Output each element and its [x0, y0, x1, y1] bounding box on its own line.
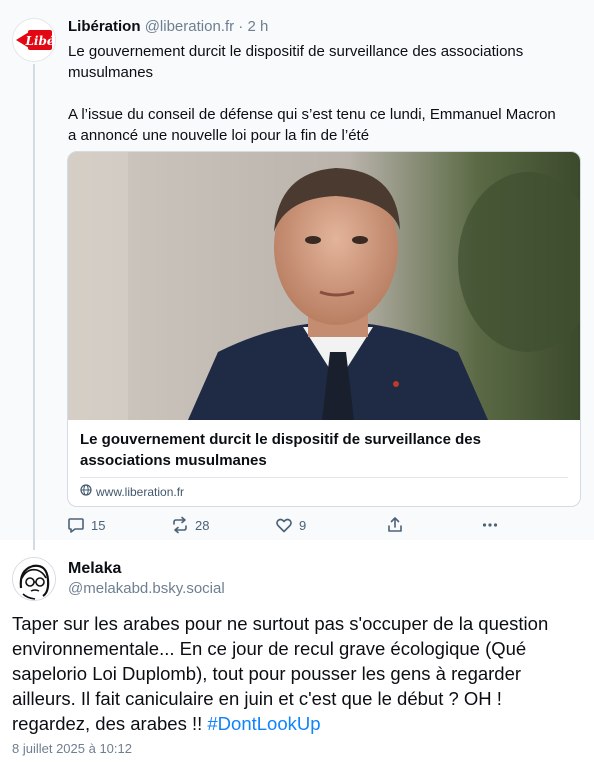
link-card[interactable]: Le gouvernement durcit le dispositif de … — [67, 151, 581, 507]
link-card-title[interactable]: Le gouvernement durcit le dispositif de … — [80, 429, 550, 471]
melaka-avatar-drawing — [13, 558, 55, 600]
liberation-avatar[interactable]: Libé — [12, 18, 56, 62]
post-paragraph: A l’issue du conseil de défense qui s’es… — [68, 106, 556, 144]
parent-post[interactable]: Libé Libération @liberation.fr · 2 h Le … — [0, 0, 594, 550]
reply-count: 15 — [91, 517, 106, 533]
post-actions: 15 28 9 — [67, 516, 507, 538]
reply-timestamp: 8 juillet 2025 à 10:12 — [12, 741, 132, 756]
more-options-icon — [481, 516, 499, 534]
share-icon — [386, 516, 404, 534]
heart-icon — [275, 516, 293, 534]
post-time[interactable]: 2 h — [247, 18, 268, 35]
reply-icon — [67, 516, 85, 534]
repost-icon — [171, 516, 189, 534]
reply-author-handle[interactable]: @melakabd.bsky.social — [68, 580, 225, 597]
repost-count: 28 — [195, 517, 210, 533]
author-handle[interactable]: @liberation.fr — [145, 18, 234, 35]
author-name[interactable]: Libération — [68, 18, 141, 35]
like-button[interactable]: 9 — [275, 516, 306, 534]
more-options-button[interactable] — [481, 516, 499, 534]
header-separator: · — [238, 18, 244, 35]
melaka-avatar[interactable] — [12, 557, 56, 601]
share-button[interactable] — [386, 516, 404, 534]
reply-button[interactable]: 15 — [67, 516, 105, 534]
thread-line — [33, 64, 35, 550]
liberation-logo: Libé — [16, 30, 55, 50]
post-header: Libération @liberation.fr · 2 h — [68, 18, 268, 35]
link-card-image — [68, 152, 580, 420]
link-card-domain-text: www.liberation.fr — [96, 484, 185, 499]
repost-button[interactable]: 28 — [171, 516, 209, 534]
hashtag-link[interactable]: #DontLookUp — [207, 713, 320, 734]
link-card-domain: www.liberation.fr — [80, 484, 184, 499]
reply-text: Taper sur les arabes pour ne surtout pas… — [12, 611, 580, 736]
link-card-divider — [80, 477, 568, 478]
post-paragraph: Le gouvernement durcit le dispositif de … — [68, 43, 524, 81]
reply-author-name[interactable]: Melaka — [68, 560, 121, 578]
like-count: 9 — [299, 517, 307, 533]
svg-text:Libé: Libé — [24, 34, 54, 48]
post-text: Le gouvernement durcit le dispositif de … — [68, 41, 568, 146]
globe-icon — [80, 484, 92, 499]
